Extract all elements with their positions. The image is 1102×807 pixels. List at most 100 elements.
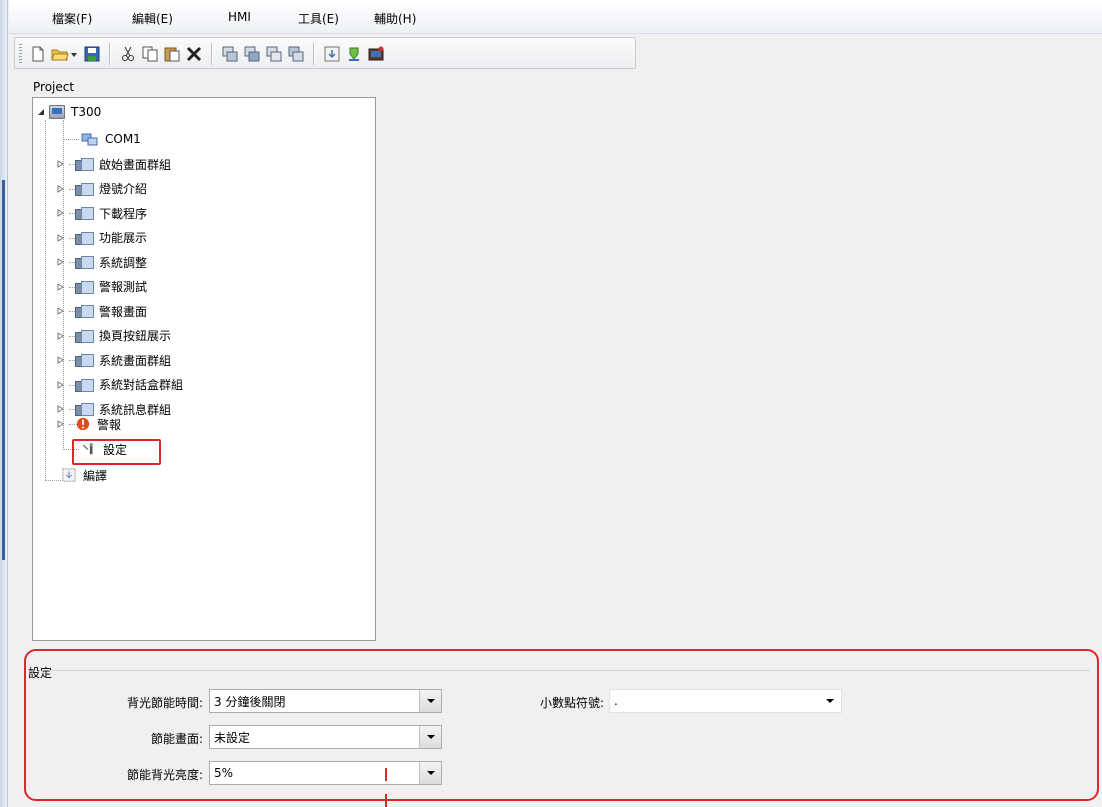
compile-icon[interactable] — [323, 45, 341, 63]
hmi-device-icon — [49, 105, 65, 119]
project-tree[interactable]: T300 COM1 啟始畫面群組 燈號介紹下載程序功能展示系統調整警報測試警報畫面… — [32, 97, 376, 641]
screen-group-icon — [75, 378, 94, 392]
alarm-icon — [76, 417, 90, 431]
annotation-marker — [385, 768, 387, 781]
tree-item-group[interactable]: 系統對話盒群組 — [57, 375, 183, 395]
settings-highlight-box — [72, 439, 161, 465]
tree-item-group[interactable]: 功能展示 — [57, 228, 147, 248]
expand-arrow-icon[interactable] — [57, 233, 65, 242]
tree-item-label: 編譯 — [83, 468, 108, 483]
expand-arrow-icon[interactable] — [57, 282, 65, 291]
chevron-down-icon[interactable] — [419, 762, 441, 784]
tree-item-com1[interactable]: COM1 — [81, 129, 141, 149]
tree-item-group[interactable]: 警報測試 — [57, 277, 147, 297]
delete-icon[interactable] — [185, 45, 203, 63]
expand-arrow-icon[interactable] — [57, 307, 65, 315]
tree-item-label: 換頁按鈕展示 — [99, 329, 172, 343]
expand-arrow-icon[interactable] — [57, 258, 65, 266]
expand-arrow-icon[interactable] — [57, 420, 65, 428]
tree-item-root[interactable]: T300 — [37, 102, 101, 122]
chevron-down-icon[interactable] — [419, 690, 441, 712]
toolbar-separator — [313, 43, 314, 65]
tree-item-label: 警報測試 — [99, 280, 148, 294]
new-file-icon[interactable] — [29, 45, 47, 63]
screen-group-icon — [75, 353, 94, 367]
copy-icon[interactable] — [141, 45, 159, 63]
tree-item-label: 啟始畫面群組 — [99, 157, 172, 172]
tree-item-label: 燈號介紹 — [99, 182, 148, 196]
saver-brightness-select[interactable]: 5% — [209, 761, 442, 785]
chevron-down-icon[interactable] — [819, 690, 841, 712]
paste-icon[interactable] — [163, 45, 181, 63]
tree-item-alarm[interactable]: 警報 — [57, 414, 121, 434]
saver-brightness-value: 5% — [214, 766, 234, 780]
tree-item-group[interactable]: 換頁按鈕展示 — [57, 326, 171, 346]
tree-item-label: 警報畫面 — [99, 304, 148, 319]
toolbar-separator — [109, 43, 110, 65]
screen-paste-icon[interactable] — [243, 45, 261, 63]
screen-duplicate-icon[interactable] — [287, 45, 305, 63]
saver-screen-select[interactable]: 未設定 — [209, 725, 442, 749]
tree-item-label: 系統對話盒群組 — [99, 378, 184, 392]
expand-arrow-icon[interactable] — [57, 209, 65, 217]
screen-group-icon — [75, 329, 94, 343]
menu-tools[interactable]: 工具(E) — [298, 10, 339, 27]
saver-screen-label: 節能畫面: — [150, 732, 203, 746]
backlight-time-value: 3 分鐘後關閉 — [214, 694, 286, 709]
tree-item-group[interactable]: 下載程序 — [57, 203, 147, 223]
tree-item-compile[interactable]: 編譯 — [61, 465, 107, 485]
tree-item-group[interactable]: 系統調整 — [57, 252, 147, 272]
simulate-icon[interactable] — [367, 45, 385, 63]
tree-item-label: 功能展示 — [99, 231, 148, 245]
tree-connector — [45, 120, 46, 480]
open-folder-icon[interactable] — [51, 45, 69, 63]
screen-cut-icon[interactable] — [265, 45, 283, 63]
expand-arrow-icon[interactable] — [57, 331, 65, 340]
edge-mark — [2, 180, 5, 560]
menu-file[interactable]: 檔案(F) — [52, 10, 92, 27]
tree-item-label: 系統畫面群組 — [99, 353, 172, 368]
chevron-down-icon[interactable] — [419, 726, 441, 748]
tree-connector — [63, 139, 79, 140]
tree-item-label: 下載程序 — [99, 206, 148, 221]
tree-item-group[interactable]: 啟始畫面群組 — [57, 154, 171, 174]
screen-group-icon — [75, 255, 94, 269]
collapse-arrow-icon[interactable] — [37, 108, 45, 116]
decimal-symbol-label: 小數點符號: — [539, 696, 604, 710]
expand-arrow-icon[interactable] — [57, 356, 65, 364]
menu-edit[interactable]: 編輯(E) — [132, 10, 173, 27]
settings-divider — [50, 670, 1090, 671]
tree-item-group[interactable]: 警報畫面 — [57, 301, 147, 321]
com-port-icon — [81, 133, 98, 146]
cut-icon[interactable] — [119, 45, 137, 63]
toolbar — [14, 37, 636, 69]
settings-panel-title: 設定 — [28, 666, 53, 680]
backlight-time-select[interactable]: 3 分鐘後關閉 — [209, 689, 442, 713]
window-left-edge — [0, 0, 8, 807]
expand-arrow-icon[interactable] — [57, 380, 65, 389]
expand-arrow-icon[interactable] — [57, 160, 65, 168]
expand-arrow-icon[interactable] — [57, 405, 65, 413]
save-icon[interactable] — [83, 45, 101, 63]
screen-group-icon — [75, 231, 94, 245]
tree-item-label: COM1 — [105, 132, 141, 146]
screen-group-icon — [75, 182, 94, 196]
decimal-symbol-select[interactable]: . — [609, 689, 842, 713]
decimal-symbol-value: . — [614, 694, 618, 708]
tree-item-label: 系統調整 — [99, 255, 148, 270]
expand-arrow-icon[interactable] — [57, 184, 65, 193]
saver-screen-value: 未設定 — [214, 730, 251, 745]
dropdown-arrow-icon[interactable] — [69, 45, 79, 63]
tree-item-group[interactable]: 系統畫面群組 — [57, 350, 171, 370]
menu-hmi[interactable]: HMI — [228, 10, 251, 24]
toolbar-grip[interactable] — [19, 44, 22, 64]
download-icon[interactable] — [345, 45, 363, 63]
saver-brightness-label: 節能背光亮度: — [126, 768, 203, 782]
menu-help[interactable]: 輔助(H) — [374, 10, 416, 27]
screen-copy-icon[interactable] — [221, 45, 239, 63]
tree-item-group[interactable]: 燈號介紹 — [57, 179, 147, 199]
toolbar-separator — [211, 43, 212, 65]
screen-group-icon — [75, 206, 94, 220]
tree-item-label: T300 — [71, 105, 102, 119]
backlight-time-label: 背光節能時間: — [126, 696, 203, 710]
